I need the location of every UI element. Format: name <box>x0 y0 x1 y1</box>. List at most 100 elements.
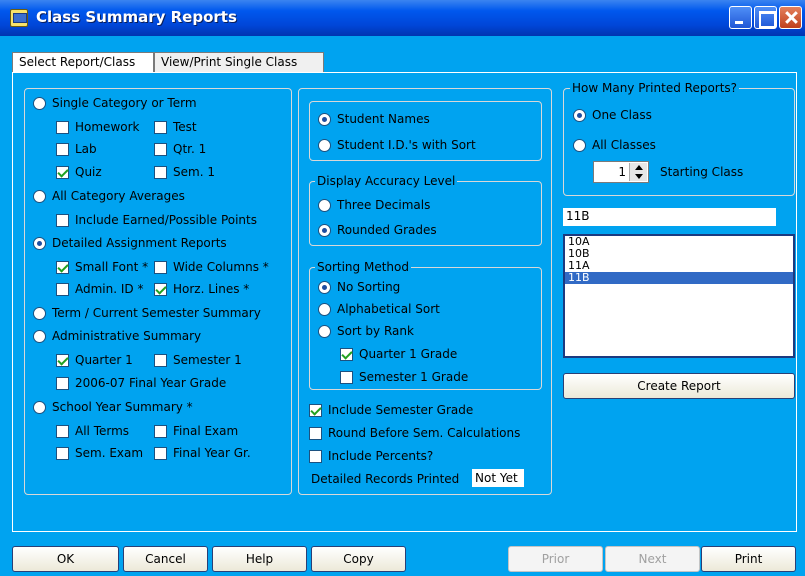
prior-button[interactable]: Prior <box>508 546 603 572</box>
lab-option[interactable]: Lab <box>56 142 97 156</box>
one-class-radio[interactable] <box>573 108 586 122</box>
final-year-gr-option[interactable]: Final Year Gr. <box>154 446 251 460</box>
test-checkbox[interactable] <box>154 120 167 134</box>
spinner-arrows-icon[interactable] <box>629 163 647 181</box>
q1-grade-checkbox[interactable] <box>340 347 353 361</box>
all-terms-option[interactable]: All Terms <box>56 424 129 438</box>
help-button[interactable]: Help <box>212 546 307 572</box>
detailed-reports-radio[interactable] <box>33 236 46 250</box>
detailed-reports-option[interactable]: Detailed Assignment Reports <box>33 236 227 250</box>
tab-select-report-class[interactable]: Select Report/Class <box>12 52 154 72</box>
quiz-checkbox[interactable] <box>56 165 69 179</box>
student-ids-option[interactable]: Student I.D.'s with Sort <box>318 138 476 152</box>
homework-checkbox[interactable] <box>56 120 69 134</box>
all-terms-checkbox[interactable] <box>56 424 69 438</box>
sort-rank-option[interactable]: Sort by Rank <box>318 324 414 338</box>
minimize-button[interactable] <box>729 6 752 29</box>
class-list-item[interactable]: 10B <box>565 248 793 260</box>
class-list-item-selected[interactable]: 11B <box>565 272 793 284</box>
semester1-label: Semester 1 <box>173 353 242 367</box>
final-year-option[interactable]: 2006-07 Final Year Grade <box>56 376 226 390</box>
final-exam-option[interactable]: Final Exam <box>154 424 238 438</box>
include-sem-checkbox[interactable] <box>309 403 322 417</box>
include-percents-option[interactable]: Include Percents? <box>309 449 433 463</box>
all-classes-radio[interactable] <box>573 138 586 152</box>
sem-exam-checkbox[interactable] <box>56 446 69 460</box>
homework-option[interactable]: Homework <box>56 120 139 134</box>
class-list-item[interactable]: 10A <box>565 236 793 248</box>
sem1-option[interactable]: Sem. 1 <box>154 165 215 179</box>
quarter1-option[interactable]: Quarter 1 <box>56 353 133 367</box>
three-decimals-option[interactable]: Three Decimals <box>318 198 430 212</box>
include-earned-checkbox[interactable] <box>56 213 69 227</box>
student-ids-radio[interactable] <box>318 138 331 152</box>
admin-id-option[interactable]: Admin. ID * <box>56 282 143 296</box>
class-list-item[interactable]: 11A <box>565 260 793 272</box>
small-font-checkbox[interactable] <box>56 260 69 274</box>
semester1-option[interactable]: Semester 1 <box>154 353 242 367</box>
round-before-checkbox[interactable] <box>309 426 322 440</box>
s1-grade-option[interactable]: Semester 1 Grade <box>340 370 468 384</box>
copy-button[interactable]: Copy <box>311 546 406 572</box>
admin-summary-radio[interactable] <box>33 329 46 343</box>
quiz-option[interactable]: Quiz <box>56 165 102 179</box>
wide-columns-option[interactable]: Wide Columns * <box>154 260 269 274</box>
school-year-radio[interactable] <box>33 400 46 414</box>
all-category-option[interactable]: All Category Averages <box>33 189 185 203</box>
alpha-sort-radio[interactable] <box>318 302 331 316</box>
qtr1-option[interactable]: Qtr. 1 <box>154 142 206 156</box>
sort-rank-radio[interactable] <box>318 324 331 338</box>
test-option[interactable]: Test <box>154 120 197 134</box>
include-sem-option[interactable]: Include Semester Grade <box>309 403 473 417</box>
print-button[interactable]: Print <box>701 546 796 572</box>
one-class-option[interactable]: One Class <box>573 108 652 122</box>
student-names-option[interactable]: Student Names <box>318 112 430 126</box>
alpha-sort-label: Alphabetical Sort <box>337 302 440 316</box>
class-list[interactable]: 10A 10B 11A 11B <box>563 234 795 358</box>
final-exam-checkbox[interactable] <box>154 424 167 438</box>
semester1-checkbox[interactable] <box>154 353 167 367</box>
small-font-option[interactable]: Small Font * <box>56 260 148 274</box>
q1-grade-option[interactable]: Quarter 1 Grade <box>340 347 457 361</box>
horz-lines-checkbox[interactable] <box>154 282 167 296</box>
single-category-option[interactable]: Single Category or Term <box>33 96 197 110</box>
include-earned-option[interactable]: Include Earned/Possible Points <box>56 213 257 227</box>
final-year-gr-checkbox[interactable] <box>154 446 167 460</box>
ok-button[interactable]: OK <box>12 546 119 572</box>
horz-lines-option[interactable]: Horz. Lines * <box>154 282 249 296</box>
qtr1-checkbox[interactable] <box>154 142 167 156</box>
s1-grade-checkbox[interactable] <box>340 370 353 384</box>
final-year-checkbox[interactable] <box>56 376 69 390</box>
quarter1-checkbox[interactable] <box>56 353 69 367</box>
cancel-button[interactable]: Cancel <box>123 546 208 572</box>
sem-exam-option[interactable]: Sem. Exam <box>56 446 143 460</box>
tab-view-print-single-class[interactable]: View/Print Single Class <box>154 52 324 72</box>
wide-columns-checkbox[interactable] <box>154 260 167 274</box>
all-category-radio[interactable] <box>33 189 46 203</box>
single-category-radio[interactable] <box>33 96 46 110</box>
all-classes-option[interactable]: All Classes <box>573 138 656 152</box>
include-percents-checkbox[interactable] <box>309 449 322 463</box>
rounded-grades-radio[interactable] <box>318 223 331 237</box>
starting-class-spinner[interactable]: 1 <box>593 161 649 183</box>
term-summary-radio[interactable] <box>33 306 46 320</box>
student-names-radio[interactable] <box>318 112 331 126</box>
maximize-button[interactable] <box>754 6 777 29</box>
alpha-sort-option[interactable]: Alphabetical Sort <box>318 302 440 316</box>
create-report-button[interactable]: Create Report <box>563 373 795 399</box>
round-before-option[interactable]: Round Before Sem. Calculations <box>309 426 520 440</box>
next-button[interactable]: Next <box>605 546 700 572</box>
admin-id-checkbox[interactable] <box>56 282 69 296</box>
lab-checkbox[interactable] <box>56 142 69 156</box>
school-year-option[interactable]: School Year Summary * <box>33 400 193 414</box>
no-sorting-option[interactable]: No Sorting <box>318 280 400 294</box>
three-decimals-radio[interactable] <box>318 198 331 212</box>
sem1-checkbox[interactable] <box>154 165 167 179</box>
term-summary-option[interactable]: Term / Current Semester Summary <box>33 306 261 320</box>
round-before-label: Round Before Sem. Calculations <box>328 426 521 440</box>
no-sorting-radio[interactable] <box>318 280 331 294</box>
rounded-grades-option[interactable]: Rounded Grades <box>318 223 437 237</box>
selected-class-field[interactable]: 11B <box>563 208 776 226</box>
close-button[interactable] <box>779 6 802 29</box>
admin-summary-option[interactable]: Administrative Summary <box>33 329 201 343</box>
